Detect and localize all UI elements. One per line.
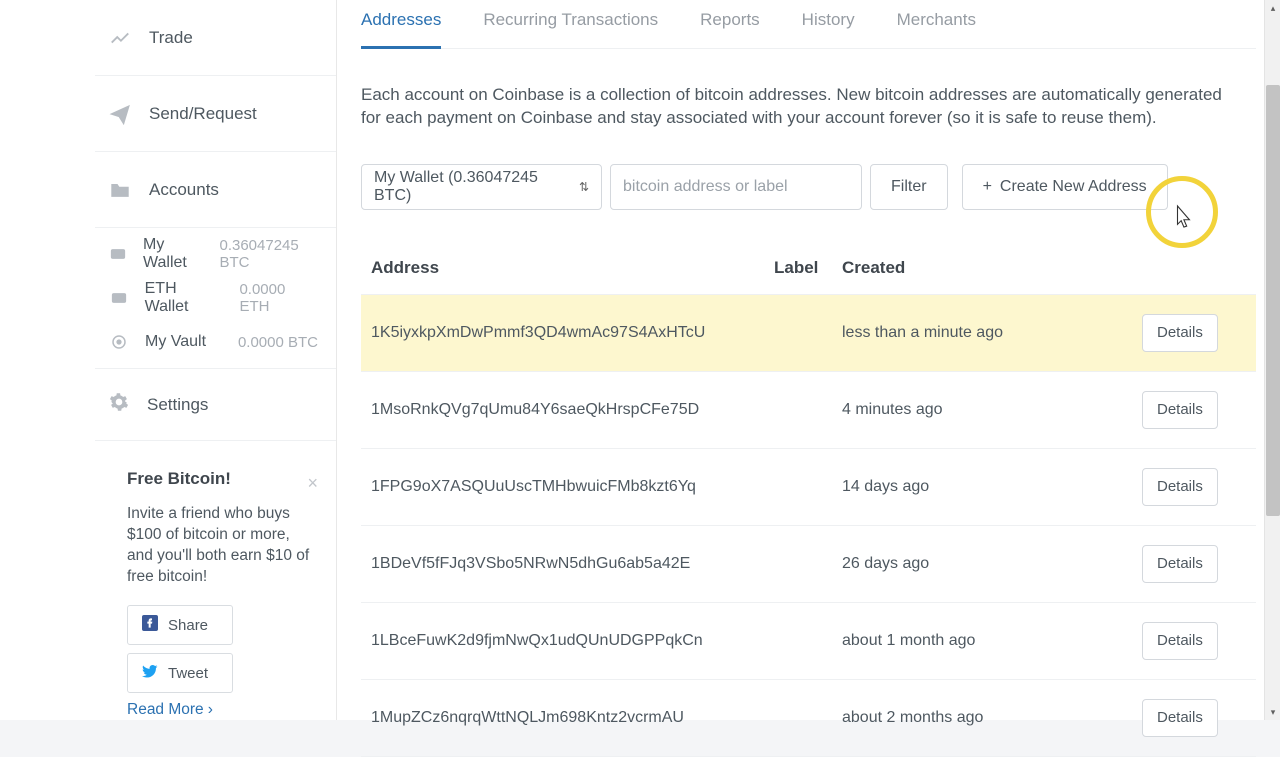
send-icon	[109, 103, 131, 125]
wallet-balance: 0.36047245 BTC	[219, 237, 318, 271]
twitter-icon	[142, 663, 158, 683]
details-button[interactable]: Details	[1142, 622, 1218, 660]
chevron-right-icon: ›	[208, 701, 213, 719]
tab-history[interactable]: History	[802, 10, 855, 49]
cell-address: 1LBceFuwK2d9fjmNwQx1udQUnUDGPPqkCn	[371, 632, 774, 650]
nav-label: Trade	[149, 28, 193, 48]
cell-created: about 2 months ago	[842, 709, 1142, 727]
promo-box: × Free Bitcoin! Invite a friend who buys…	[127, 469, 318, 719]
table-row: 1LBceFuwK2d9fjmNwQx1udQUnUDGPPqkCn about …	[361, 603, 1256, 680]
table-header: Address Label Created	[361, 242, 1256, 295]
share-label: Share	[168, 617, 208, 634]
controls-row: My Wallet (0.36047245 BTC) ⇅ Filter + Cr…	[361, 164, 1256, 210]
content-tabs: Addresses Recurring Transactions Reports…	[361, 0, 1256, 49]
address-table: Address Label Created 1K5iyxkpXmDwPmmf3Q…	[361, 242, 1256, 757]
cell-created: 26 days ago	[842, 555, 1142, 573]
col-address-header: Address	[371, 258, 774, 278]
details-button[interactable]: Details	[1142, 545, 1218, 583]
table-row: 1MsoRnkQVg7qUmu84Y6saeQkHrspCFe75D 4 minu…	[361, 372, 1256, 449]
nav-label: Settings	[147, 395, 208, 415]
cell-created: less than a minute ago	[842, 324, 1142, 342]
nav-send[interactable]: Send/Request	[95, 76, 336, 152]
tab-merchants[interactable]: Merchants	[897, 10, 976, 49]
wallet-name: ETH Wallet	[145, 280, 224, 316]
select-value: My Wallet (0.36047245 BTC)	[374, 169, 579, 205]
wallet-icon	[109, 288, 129, 308]
col-created-header: Created	[842, 258, 1142, 278]
share-button[interactable]: Share	[127, 605, 233, 645]
table-row: 1FPG9oX7ASQUuUscTMHbwuicFMb8kzt6Yq 14 day…	[361, 449, 1256, 526]
tab-addresses[interactable]: Addresses	[361, 10, 441, 49]
main-content: Addresses Recurring Transactions Reports…	[337, 0, 1280, 720]
plus-icon: +	[983, 178, 992, 196]
folder-icon	[109, 179, 131, 201]
wallet-vault[interactable]: My Vault 0.0000 BTC	[95, 320, 336, 364]
filter-input[interactable]	[610, 164, 862, 210]
intro-text: Each account on Coinbase is a collection…	[361, 49, 1256, 164]
wallet-my-wallet[interactable]: My Wallet 0.36047245 BTC	[95, 232, 336, 276]
nav-settings[interactable]: Settings	[95, 369, 336, 441]
promo-title: Free Bitcoin!	[127, 469, 318, 489]
chevron-updown-icon: ⇅	[579, 180, 589, 194]
promo-body: Invite a friend who buys $100 of bitcoin…	[127, 503, 318, 587]
cell-address: 1BDeVf5fFJq3VSbo5NRwN5dhGu6ab5a42E	[371, 555, 774, 573]
tab-reports[interactable]: Reports	[700, 10, 760, 49]
nav-label: Accounts	[149, 180, 219, 200]
nav-label: Send/Request	[149, 104, 257, 124]
wallet-name: My Wallet	[143, 236, 203, 272]
facebook-icon	[142, 615, 158, 635]
wallet-name: My Vault	[145, 333, 206, 351]
cell-created: 4 minutes ago	[842, 401, 1142, 419]
create-label: Create New Address	[1000, 178, 1147, 196]
cell-address: 1MupZCz6nqrqWttNQLJm698Kntz2vcrmAU	[371, 709, 774, 727]
vault-icon	[109, 332, 129, 352]
scroll-up-icon[interactable]: ▴	[1265, 0, 1280, 16]
col-label-header: Label	[774, 258, 842, 278]
details-button[interactable]: Details	[1142, 391, 1218, 429]
cell-created: about 1 month ago	[842, 632, 1142, 650]
tab-recurring[interactable]: Recurring Transactions	[483, 10, 658, 49]
vertical-scrollbar[interactable]: ▴ ▾	[1264, 0, 1280, 720]
scroll-thumb[interactable]	[1266, 85, 1280, 516]
read-more-link[interactable]: Read More ›	[127, 701, 213, 719]
table-row: 1BDeVf5fFJq3VSbo5NRwN5dhGu6ab5a42E 26 day…	[361, 526, 1256, 603]
details-button[interactable]: Details	[1142, 699, 1218, 737]
tweet-label: Tweet	[168, 665, 208, 682]
cell-address: 1K5iyxkpXmDwPmmf3QD4wmAc97S4AxHTcU	[371, 324, 774, 342]
details-button[interactable]: Details	[1142, 314, 1218, 352]
create-address-button[interactable]: + Create New Address	[962, 164, 1168, 210]
filter-button[interactable]: Filter	[870, 164, 948, 210]
wallet-icon	[109, 244, 127, 264]
wallet-list: My Wallet 0.36047245 BTC ETH Wallet 0.00…	[95, 228, 336, 369]
trade-icon	[109, 27, 131, 49]
details-button[interactable]: Details	[1142, 468, 1218, 506]
cell-address: 1FPG9oX7ASQUuUscTMHbwuicFMb8kzt6Yq	[371, 478, 774, 496]
close-icon[interactable]: ×	[307, 473, 318, 494]
gear-icon	[109, 392, 129, 417]
tweet-button[interactable]: Tweet	[127, 653, 233, 693]
table-row: 1K5iyxkpXmDwPmmf3QD4wmAc97S4AxHTcU less t…	[361, 295, 1256, 372]
wallet-balance: 0.0000 BTC	[238, 334, 318, 351]
wallet-eth[interactable]: ETH Wallet 0.0000 ETH	[95, 276, 336, 320]
nav-accounts[interactable]: Accounts	[95, 152, 336, 228]
readmore-label: Read More	[127, 701, 204, 719]
table-row: 1MupZCz6nqrqWttNQLJm698Kntz2vcrmAU about …	[361, 680, 1256, 757]
cell-created: 14 days ago	[842, 478, 1142, 496]
sidebar: Trade Send/Request Accounts My Wallet 0.…	[0, 0, 337, 720]
wallet-select[interactable]: My Wallet (0.36047245 BTC) ⇅	[361, 164, 602, 210]
nav-trade[interactable]: Trade	[95, 0, 336, 76]
cell-address: 1MsoRnkQVg7qUmu84Y6saeQkHrspCFe75D	[371, 401, 774, 419]
scroll-down-icon[interactable]: ▾	[1265, 704, 1280, 720]
wallet-balance: 0.0000 ETH	[239, 281, 318, 315]
